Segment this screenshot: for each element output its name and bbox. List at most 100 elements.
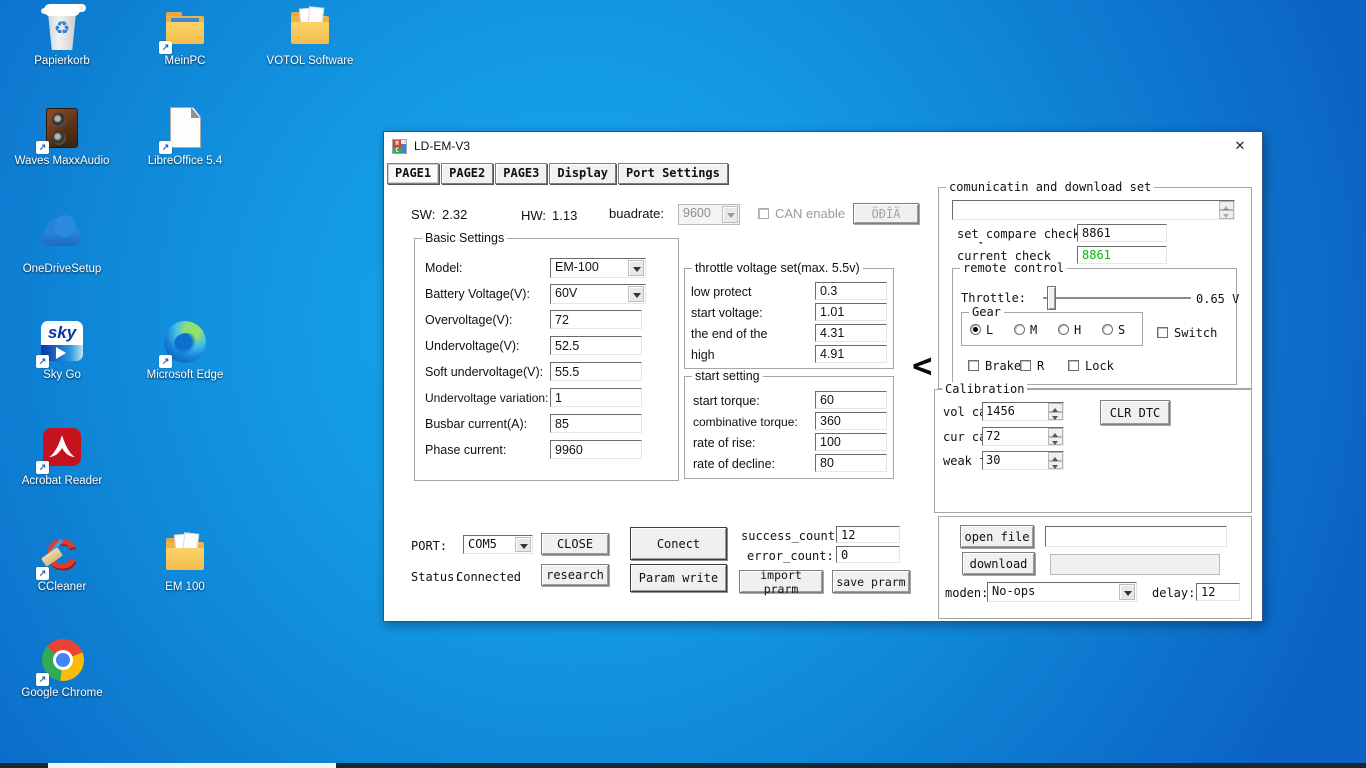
r-checkbox[interactable] (1020, 360, 1031, 371)
overvoltage-label: Overvoltage(V): (425, 313, 513, 327)
brake-label: Brake (985, 359, 1022, 373)
overvoltage-input[interactable] (550, 310, 642, 329)
vol-cal-spinner[interactable]: 1456 (982, 402, 1064, 421)
current-check-input[interactable] (1077, 246, 1167, 264)
switch-label: Switch (1174, 326, 1218, 340)
open-file-button[interactable]: open file (960, 525, 1034, 548)
desktop-icon-sky-go[interactable]: sky ↗ Sky Go (12, 318, 112, 381)
chrome-icon: ↗ (36, 636, 86, 686)
start-torque-input[interactable] (815, 391, 887, 409)
spinner-icon[interactable] (1048, 403, 1063, 420)
switch-checkbox[interactable] (1157, 327, 1168, 338)
desktop-icon-label: MeinPC (164, 55, 206, 67)
research-button[interactable]: research (541, 564, 609, 586)
undervoltage-input[interactable] (550, 336, 642, 355)
brake-checkbox[interactable] (968, 360, 979, 371)
save-param-button[interactable]: save prarm (832, 570, 910, 593)
high-input[interactable] (815, 345, 887, 363)
desktop-icon-votol-software[interactable]: VOTOL Software (260, 4, 360, 67)
combinative-torque-label: combinative torque: (693, 415, 798, 429)
shortcut-arrow-icon: ↗ (36, 141, 49, 154)
start-setting-group: start setting start torque: combinative … (684, 369, 894, 479)
open-file-path-input[interactable] (1045, 526, 1227, 547)
delay-label: delay: (1152, 586, 1196, 600)
spinner-icon[interactable] (1048, 452, 1063, 469)
param-write-button[interactable]: Param write (630, 564, 727, 592)
sky-go-icon: sky ↗ (36, 318, 86, 368)
clr-dtc-button[interactable]: CLR DTC (1100, 400, 1170, 425)
port-select[interactable]: COM5 (463, 535, 533, 554)
throttle-slider-handle[interactable] (1047, 286, 1056, 310)
tab-display[interactable]: Display (549, 163, 616, 184)
spinner-icon[interactable] (1048, 428, 1063, 445)
model-select[interactable]: EM-100 (550, 258, 646, 278)
end-of-the-input[interactable] (815, 324, 887, 342)
combinative-torque-input[interactable] (815, 412, 887, 430)
busbar-current-label: Busbar current(A): (425, 417, 528, 431)
gear-label-h: H (1074, 323, 1082, 337)
desktop-icon-microsoft-edge[interactable]: ↗ Microsoft Edge (135, 318, 235, 381)
ld-em-v3-window: HC LD-EM-V3 ✕ PAGE1 PAGE2 PAGE3 Display … (383, 131, 1263, 622)
tab-page1[interactable]: PAGE1 (387, 163, 440, 184)
desktop-icon-onedrivesetup[interactable]: OneDriveSetup (12, 212, 112, 275)
gear-label-m: M (1030, 323, 1038, 337)
undervoltage-variation-input[interactable] (550, 388, 642, 407)
desktop-icon-em100[interactable]: EM 100 (135, 530, 235, 593)
baudrate-select[interactable]: 9600 (678, 204, 740, 225)
tab-page3[interactable]: PAGE3 (495, 163, 548, 184)
collapse-panel-arrow[interactable]: < (912, 346, 932, 386)
desktop-icon-waves-maxxaudio[interactable]: ↗ Waves MaxxAudio (12, 104, 112, 167)
desktop-icon-papierkorb[interactable]: ♻ Papierkorb (12, 4, 112, 67)
rate-of-decline-input[interactable] (815, 454, 887, 472)
shortcut-arrow-icon: ↗ (36, 461, 49, 474)
spinner-icon[interactable] (1219, 201, 1234, 219)
cur-cal-spinner[interactable]: 72 (982, 427, 1064, 446)
connect-button[interactable]: Conect (630, 527, 727, 560)
desktop-icon-label: EM 100 (165, 581, 205, 593)
gear-radio-l[interactable] (970, 324, 981, 335)
tab-port-settings[interactable]: Port Settings (617, 163, 728, 184)
lock-checkbox[interactable] (1068, 360, 1079, 371)
window-title: LD-EM-V3 (414, 139, 471, 153)
desktop-icon-label: Sky Go (43, 369, 81, 381)
title-bar[interactable]: HC LD-EM-V3 ✕ (384, 132, 1262, 160)
phase-current-input[interactable] (550, 440, 642, 459)
calibration-group: Calibration vol cal: 1456 CLR DTC cur ca… (934, 382, 1252, 513)
desktop-icon-ccleaner[interactable]: C ↗ CCleaner (12, 530, 112, 593)
undervoltage-label: Undervoltage(V): (425, 339, 520, 353)
port-label: PORT: (411, 539, 448, 553)
battery-voltage-select[interactable]: 60V (550, 284, 646, 304)
desktop-icon-meinpc[interactable]: ↗ MeinPC (135, 4, 235, 67)
moden-select[interactable]: No-ops (987, 582, 1137, 602)
gear-radio-m[interactable] (1014, 324, 1025, 335)
soft-undervoltage-input[interactable] (550, 362, 642, 381)
download-status-field (1050, 554, 1220, 575)
command-field[interactable] (952, 200, 1235, 220)
gear-radio-s[interactable] (1102, 324, 1113, 335)
group-title: remote control (960, 261, 1068, 275)
delay-input[interactable] (1196, 583, 1240, 601)
communication-group: comunicatin and download set set compare… (938, 180, 1252, 389)
busbar-current-input[interactable] (550, 414, 642, 433)
close-port-button[interactable]: CLOSE (541, 533, 609, 555)
throttle-slider-track[interactable] (1043, 297, 1191, 299)
rate-of-rise-input[interactable] (815, 433, 887, 451)
tab-page2[interactable]: PAGE2 (441, 163, 494, 184)
desktop-icon-acrobat-reader[interactable]: ↗ Acrobat Reader (12, 424, 112, 487)
set-compare-check-input[interactable] (1077, 224, 1167, 242)
app-icon: HC (392, 138, 407, 154)
low-protect-input[interactable] (815, 282, 887, 300)
desktop-icon-google-chrome[interactable]: ↗ Google Chrome (12, 636, 112, 699)
download-button[interactable]: download (962, 552, 1035, 575)
weak-flux-spinner[interactable]: 30 (982, 451, 1064, 470)
desktop-icon-libreoffice[interactable]: ↗ LibreOffice 5.4 (135, 104, 235, 167)
import-param-button[interactable]: import prarm (739, 568, 823, 596)
taskbar-open-app-indicator[interactable] (48, 763, 336, 768)
start-voltage-input[interactable] (815, 303, 887, 321)
desktop-icon-label: LibreOffice 5.4 (147, 155, 223, 167)
desktop-icon-label: Waves MaxxAudio (14, 155, 110, 167)
gear-radio-h[interactable] (1058, 324, 1069, 335)
can-enable-checkbox[interactable] (758, 208, 769, 219)
close-button[interactable]: ✕ (1218, 132, 1262, 160)
language-button[interactable]: ÖÐÎÄ (853, 203, 919, 224)
